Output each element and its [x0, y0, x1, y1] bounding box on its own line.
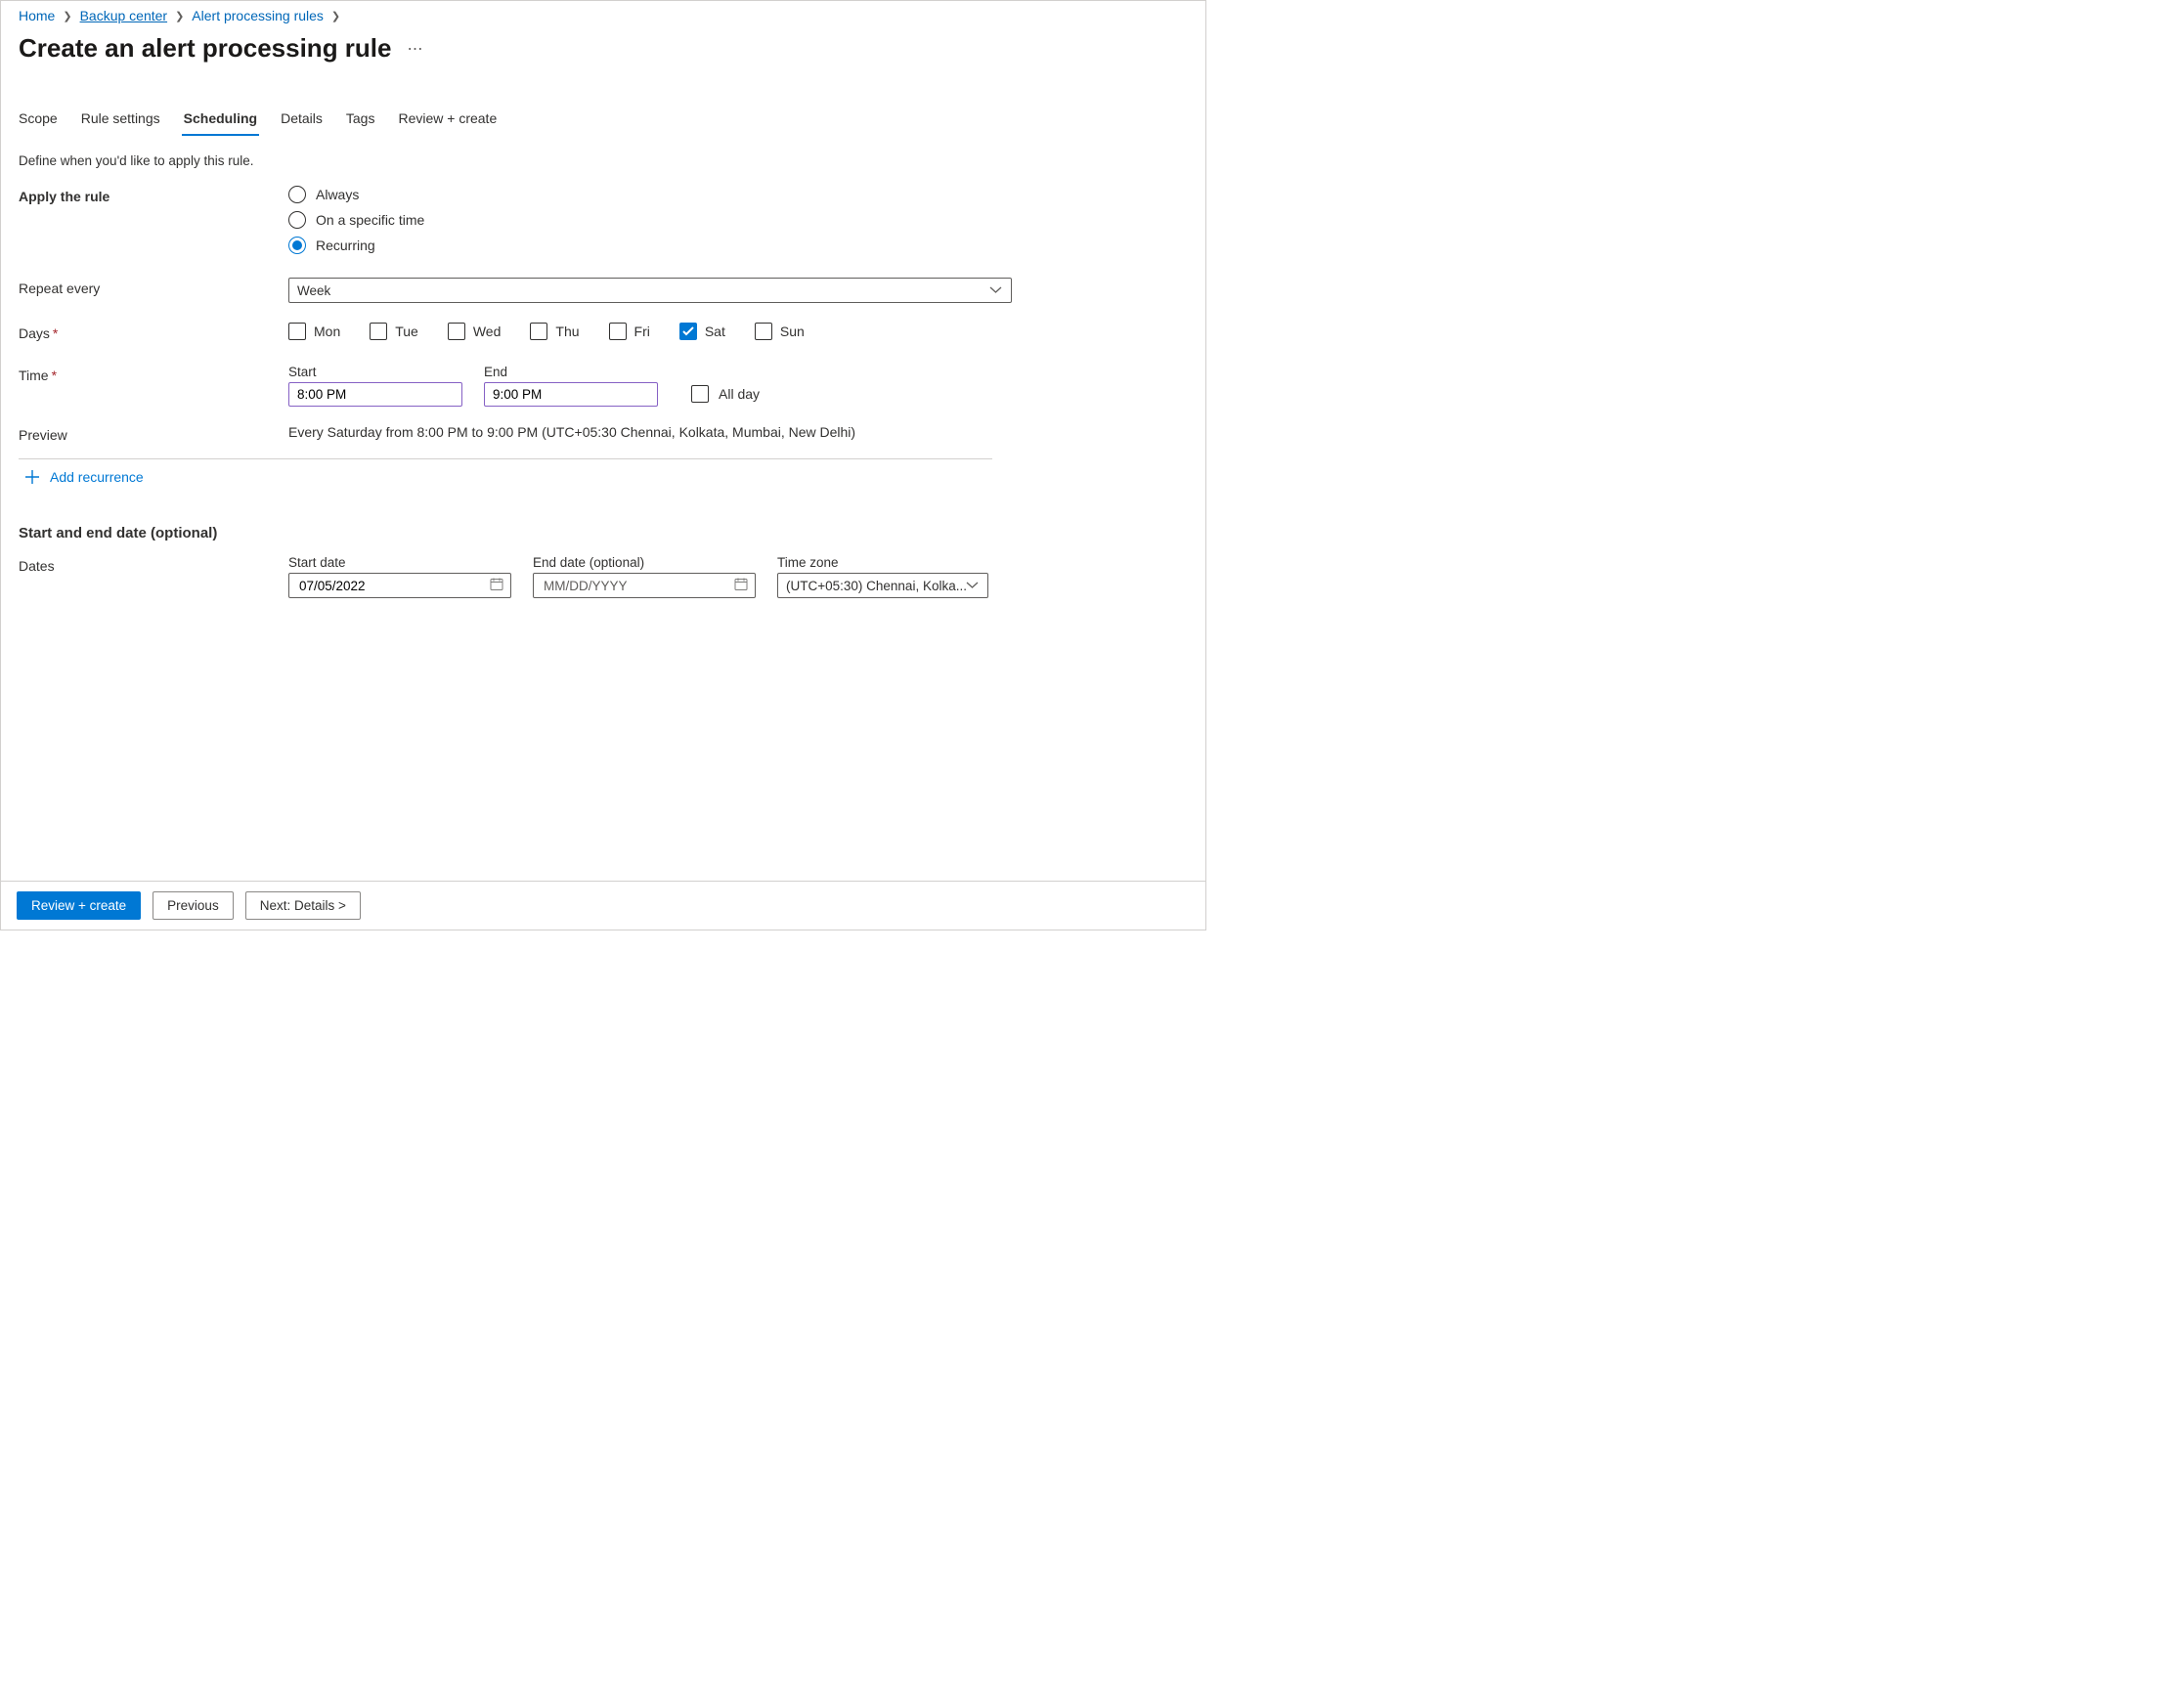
checkbox-icon: [288, 323, 306, 340]
start-date-field[interactable]: [297, 578, 502, 594]
day-thu[interactable]: Thu: [530, 323, 579, 340]
add-recurrence-label: Add recurrence: [50, 469, 144, 485]
days-label: Days*: [19, 323, 288, 341]
plus-icon: [24, 469, 40, 485]
checkbox-icon: [530, 323, 547, 340]
select-value: Week: [297, 283, 330, 298]
preview-label: Preview: [19, 424, 288, 443]
radio-icon: [288, 211, 306, 229]
chevron-right-icon: ❯: [331, 10, 340, 22]
tab-tags[interactable]: Tags: [346, 105, 375, 136]
all-day-checkbox[interactable]: All day: [691, 385, 760, 407]
preview-text: Every Saturday from 8:00 PM to 9:00 PM (…: [288, 424, 1012, 440]
checkbox-icon: [609, 323, 627, 340]
checkbox-icon: [370, 323, 387, 340]
all-day-label: All day: [719, 386, 760, 402]
checkbox-checked-icon: [679, 323, 697, 340]
day-sat[interactable]: Sat: [679, 323, 725, 340]
day-label: Sat: [705, 324, 725, 339]
time-label: Time*: [19, 365, 288, 383]
day-mon[interactable]: Mon: [288, 323, 340, 340]
day-label: Sun: [780, 324, 805, 339]
divider: [19, 458, 992, 459]
tab-description: Define when you'd like to apply this rul…: [19, 153, 1188, 168]
tab-scheduling[interactable]: Scheduling: [184, 105, 257, 136]
previous-button[interactable]: Previous: [153, 891, 234, 920]
day-label: Mon: [314, 324, 340, 339]
chevron-down-icon: [989, 286, 1002, 294]
next-details-button[interactable]: Next: Details >: [245, 891, 361, 920]
day-sun[interactable]: Sun: [755, 323, 805, 340]
start-date-input[interactable]: [288, 573, 511, 598]
repeat-every-label: Repeat every: [19, 278, 288, 296]
day-label: Wed: [473, 324, 502, 339]
day-tue[interactable]: Tue: [370, 323, 418, 340]
radio-label: Recurring: [316, 238, 375, 253]
radio-recurring[interactable]: Recurring: [288, 237, 1012, 254]
tab-details[interactable]: Details: [281, 105, 323, 136]
start-date-label: Start date: [288, 555, 511, 570]
day-label: Thu: [555, 324, 579, 339]
calendar-icon: [734, 578, 748, 594]
end-date-label: End date (optional): [533, 555, 756, 570]
day-label: Fri: [634, 324, 650, 339]
radio-specific-time[interactable]: On a specific time: [288, 211, 1012, 229]
chevron-right-icon: ❯: [175, 10, 184, 22]
tab-review-create[interactable]: Review + create: [398, 105, 497, 136]
radio-always[interactable]: Always: [288, 186, 1012, 203]
radio-icon: [288, 186, 306, 203]
tabs: Scope Rule settings Scheduling Details T…: [19, 105, 1188, 136]
end-label: End: [484, 365, 658, 379]
dates-label: Dates: [19, 555, 288, 574]
checkbox-icon: [448, 323, 465, 340]
checkbox-icon: [691, 385, 709, 403]
apply-the-rule-label: Apply the rule: [19, 186, 288, 204]
end-date-field[interactable]: [542, 578, 747, 594]
time-zone-value: (UTC+05:30) Chennai, Kolka...: [786, 579, 967, 593]
chevron-right-icon: ❯: [63, 10, 71, 22]
breadcrumb-link-home[interactable]: Home: [19, 8, 55, 23]
chevron-down-icon: [966, 582, 979, 589]
time-zone-select[interactable]: (UTC+05:30) Chennai, Kolka...: [777, 573, 988, 598]
repeat-every-select[interactable]: Week: [288, 278, 1012, 303]
review-create-button[interactable]: Review + create: [17, 891, 141, 920]
end-time-input[interactable]: [484, 382, 658, 407]
radio-label: On a specific time: [316, 212, 424, 228]
radio-icon: [288, 237, 306, 254]
more-options-icon[interactable]: ⋯: [407, 39, 423, 59]
days-row: Mon Tue Wed Thu Fri Sat Sun: [288, 323, 1012, 340]
calendar-icon: [490, 578, 503, 594]
breadcrumb-link-alert-processing-rules[interactable]: Alert processing rules: [192, 8, 324, 23]
checkbox-icon: [755, 323, 772, 340]
start-time-input[interactable]: [288, 382, 462, 407]
day-label: Tue: [395, 324, 418, 339]
footer: Review + create Previous Next: Details >: [1, 881, 1205, 930]
time-zone-label: Time zone: [777, 555, 988, 570]
radio-label: Always: [316, 187, 359, 202]
tab-scope[interactable]: Scope: [19, 105, 58, 136]
day-wed[interactable]: Wed: [448, 323, 502, 340]
apply-rule-radio-group: Always On a specific time Recurring: [288, 186, 1012, 254]
end-date-input[interactable]: [533, 573, 756, 598]
breadcrumb: Home ❯ Backup center ❯ Alert processing …: [19, 8, 1188, 23]
breadcrumb-link-backup-center[interactable]: Backup center: [80, 8, 168, 23]
section-start-end-date-title: Start and end date (optional): [19, 525, 1188, 541]
start-label: Start: [288, 365, 462, 379]
page-title: Create an alert processing rule: [19, 33, 391, 64]
tab-rule-settings[interactable]: Rule settings: [81, 105, 160, 136]
add-recurrence-button[interactable]: Add recurrence: [24, 469, 144, 485]
day-fri[interactable]: Fri: [609, 323, 650, 340]
